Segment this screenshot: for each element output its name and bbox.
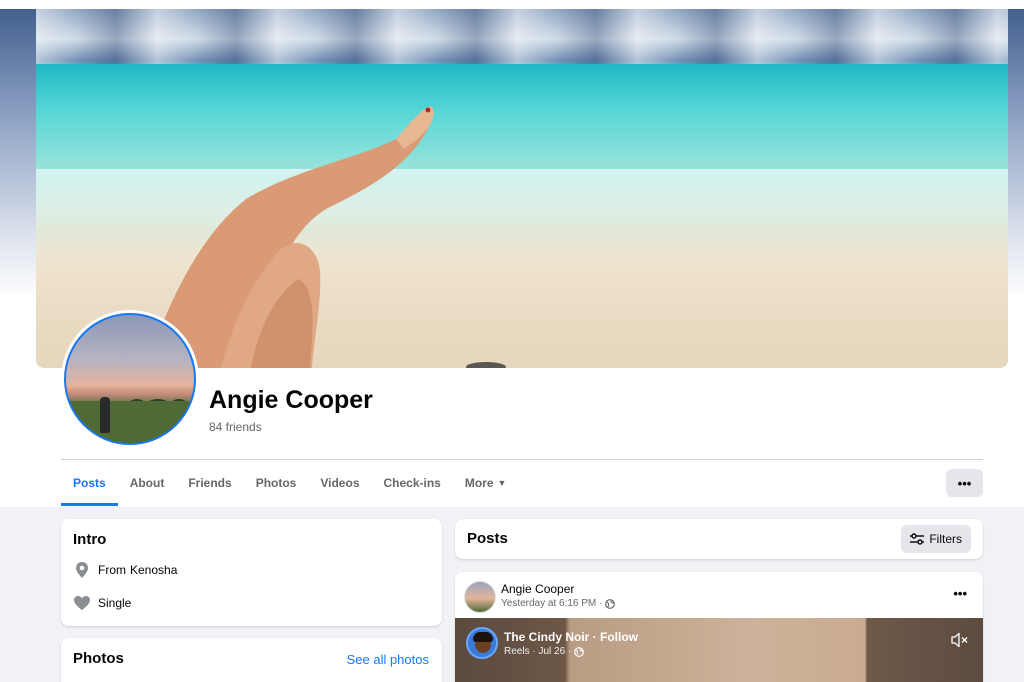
avatar-hill <box>66 401 194 443</box>
see-all-photos-link[interactable]: See all photos <box>347 652 429 667</box>
intro-relationship: Single <box>73 594 131 612</box>
intro-hometown-link[interactable]: Kenosha <box>130 563 177 577</box>
tab-friends[interactable]: Friends <box>176 460 243 506</box>
cover-legs-illustration <box>146 106 506 368</box>
intro-card: Intro From Kenosha Single <box>61 519 442 626</box>
posts-header-card: Posts Filters <box>455 519 983 559</box>
globe-icon <box>605 598 616 609</box>
friends-count[interactable]: 84 friends <box>209 420 262 434</box>
intro-title: Intro <box>73 531 107 548</box>
photos-card: Photos See all photos <box>61 638 442 682</box>
tab-label: Posts <box>73 476 106 490</box>
post-meta: Yesterday at 6:16 PM · <box>501 598 616 609</box>
post-card: Angie Cooper Yesterday at 6:16 PM · ••• … <box>455 572 983 682</box>
tab-check-ins[interactable]: Check-ins <box>372 460 453 506</box>
tab-label: Friends <box>188 476 232 490</box>
profile-tabs: Posts About Friends Photos Videos Check-… <box>61 460 518 506</box>
filters-label: Filters <box>929 532 962 546</box>
reel-meta-text: Reels · Jul 26 · <box>504 646 572 657</box>
intro-from-prefix: From <box>98 563 126 577</box>
photos-title: Photos <box>73 650 124 667</box>
tab-about[interactable]: About <box>118 460 177 506</box>
post-more-options-button[interactable]: ••• <box>953 586 967 601</box>
filters-button[interactable]: Filters <box>901 525 971 553</box>
post-timestamp[interactable]: Yesterday at 6:16 PM · <box>501 598 602 609</box>
intro-hometown: From Kenosha <box>73 561 177 579</box>
reel-author-avatar[interactable] <box>466 627 498 659</box>
caret-down-icon: ▼ <box>497 478 507 488</box>
avatar-person <box>100 397 110 433</box>
tab-label: About <box>129 476 165 490</box>
tab-label: Videos <box>320 476 360 490</box>
heart-icon <box>73 594 91 612</box>
posts-title: Posts <box>467 530 508 547</box>
tab-label: Check-ins <box>383 476 441 490</box>
tab-posts[interactable]: Posts <box>61 460 118 506</box>
post-author-avatar[interactable] <box>464 581 496 613</box>
profile-more-options-button[interactable]: ••• <box>946 469 983 497</box>
tab-videos[interactable]: Videos <box>308 460 371 506</box>
speaker-muted-icon[interactable] <box>951 632 969 648</box>
shared-reel[interactable]: The Cindy Noir · Follow Reels · Jul 26 · <box>455 618 983 682</box>
post-author-name[interactable]: Angie Cooper <box>501 582 574 596</box>
top-strip <box>0 0 1024 9</box>
globe-icon <box>574 646 585 657</box>
cover-photo[interactable] <box>36 9 1008 368</box>
tab-label: More <box>464 476 494 490</box>
profile-picture-image <box>64 313 196 445</box>
reel-author-follow[interactable]: The Cindy Noir · Follow <box>504 630 638 644</box>
map-pin-icon <box>73 561 91 579</box>
tab-label: Photos <box>255 476 297 490</box>
tab-photos[interactable]: Photos <box>244 460 309 506</box>
reel-avatar-hair <box>473 632 493 642</box>
profile-picture[interactable] <box>61 310 199 448</box>
reel-meta: Reels · Jul 26 · <box>504 646 585 657</box>
tab-more[interactable]: More ▼ <box>453 460 519 506</box>
sliders-icon <box>910 533 925 545</box>
profile-name: Angie Cooper <box>209 386 373 414</box>
intro-relationship-text: Single <box>98 596 132 610</box>
